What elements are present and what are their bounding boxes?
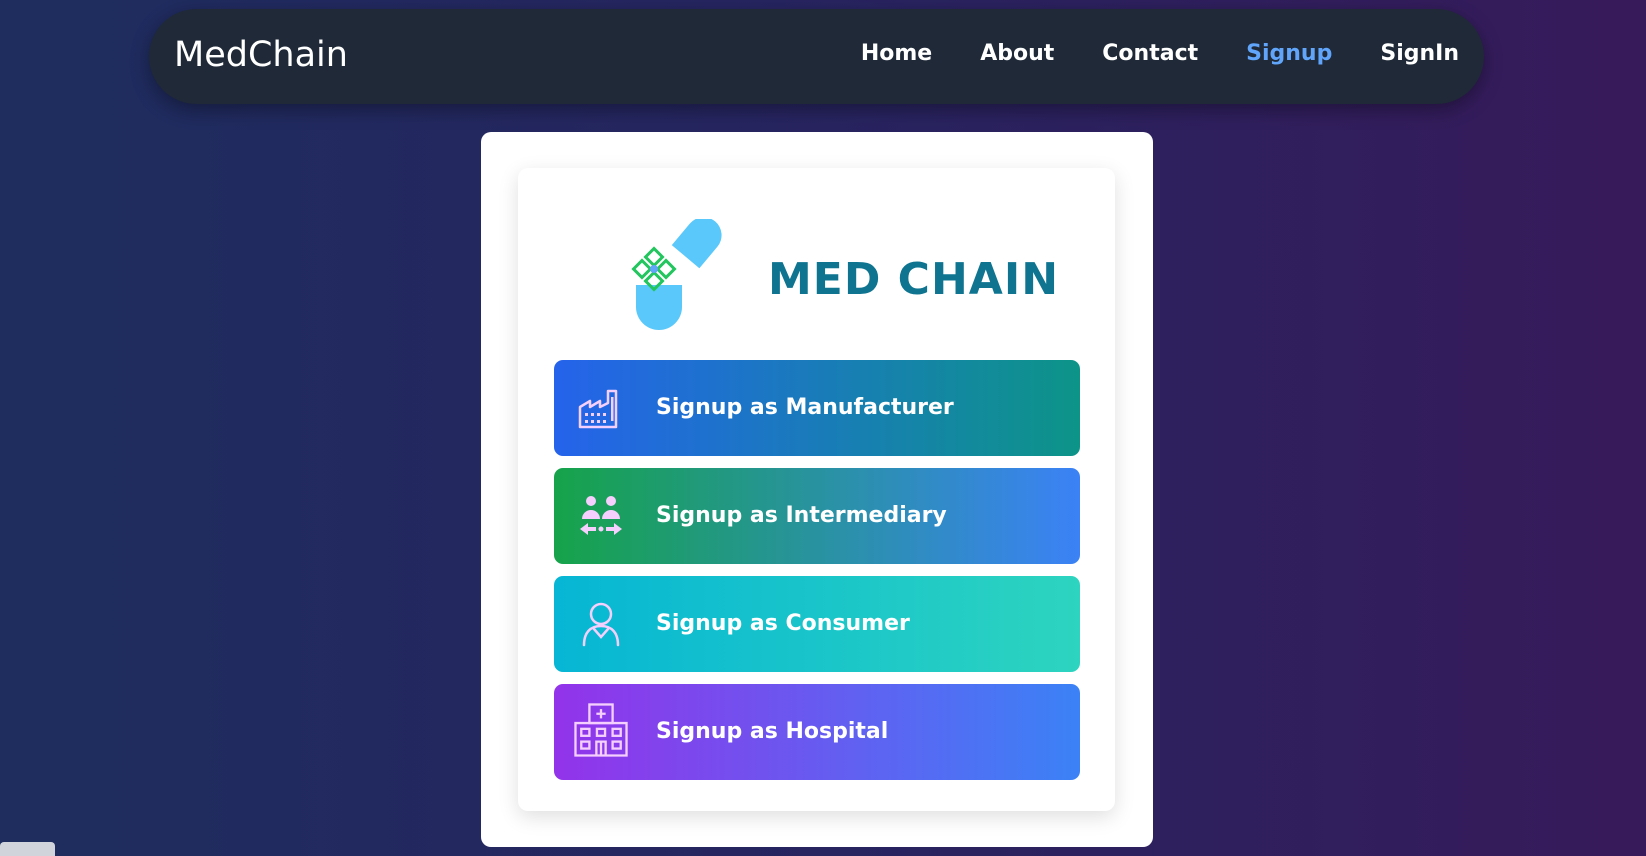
factory-icon [578,389,618,429]
nav-link-contact[interactable]: Contact [1102,39,1198,69]
signup-hospital-button[interactable]: Signup as Hospital [554,684,1080,780]
signup-manufacturer-button[interactable]: Signup as Manufacturer [554,360,1080,456]
nav-link-about[interactable]: About [980,39,1054,69]
people-exchange-icon [580,496,622,535]
brand-logo[interactable]: MedChain [174,35,348,75]
logo-title: MED CHAIN [768,254,1060,305]
nav-link-home[interactable]: Home [861,39,932,69]
signup-consumer-label: Signup as Consumer [656,611,910,636]
logo-row: MED CHAIN [518,168,1115,358]
pill-capsule-icon [631,219,722,330]
signup-card: MED CHAIN Signup as Manufacturer Signup … [481,132,1153,847]
signup-manufacturer-label: Signup as Manufacturer [656,395,954,420]
nav-link-signup[interactable]: Signup [1246,39,1332,69]
signup-intermediary-label: Signup as Intermediary [656,503,947,528]
signup-panel: MED CHAIN Signup as Manufacturer Signup … [518,168,1115,811]
nav-link-signin[interactable]: SignIn [1380,39,1459,69]
signup-consumer-button[interactable]: Signup as Consumer [554,576,1080,672]
nav-links: Home About Contact Signup SignIn [861,39,1459,69]
signup-intermediary-button[interactable]: Signup as Intermediary [554,468,1080,564]
corner-tab[interactable] [0,842,55,856]
user-icon [582,602,620,647]
hospital-icon [574,703,628,757]
navbar: MedChain Home About Contact Signup SignI… [149,9,1484,104]
signup-hospital-label: Signup as Hospital [656,719,889,744]
